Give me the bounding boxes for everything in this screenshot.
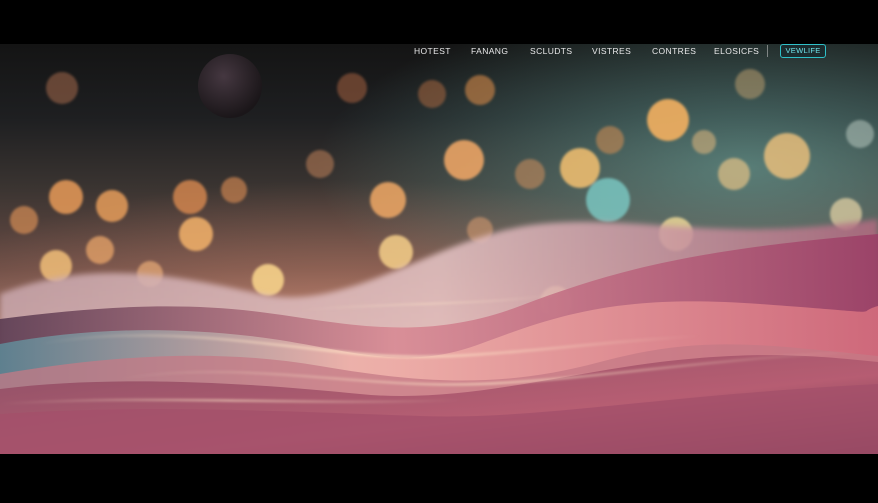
letterbox-bottom	[0, 454, 878, 503]
nav-divider	[767, 45, 768, 57]
letterbox-top	[0, 0, 878, 44]
nav-link-scludts[interactable]: SCLUDTS	[530, 44, 572, 58]
view-life-button[interactable]: VEWLIFE	[780, 44, 826, 58]
nav-link-fanang[interactable]: FANANG	[471, 44, 508, 58]
nav-link-elosicfs[interactable]: ELOSICFS	[714, 44, 759, 58]
nav-link-vistres[interactable]: VISTRES	[592, 44, 631, 58]
nav-link-hotest[interactable]: HOTEST	[414, 44, 451, 58]
hero-artwork	[0, 54, 878, 454]
top-navigation: HOTEST FANANG SCLUDTS VISTRES CONTRES EL…	[0, 44, 878, 58]
hero-background	[0, 44, 878, 454]
nav-link-contres[interactable]: CONTRES	[652, 44, 696, 58]
